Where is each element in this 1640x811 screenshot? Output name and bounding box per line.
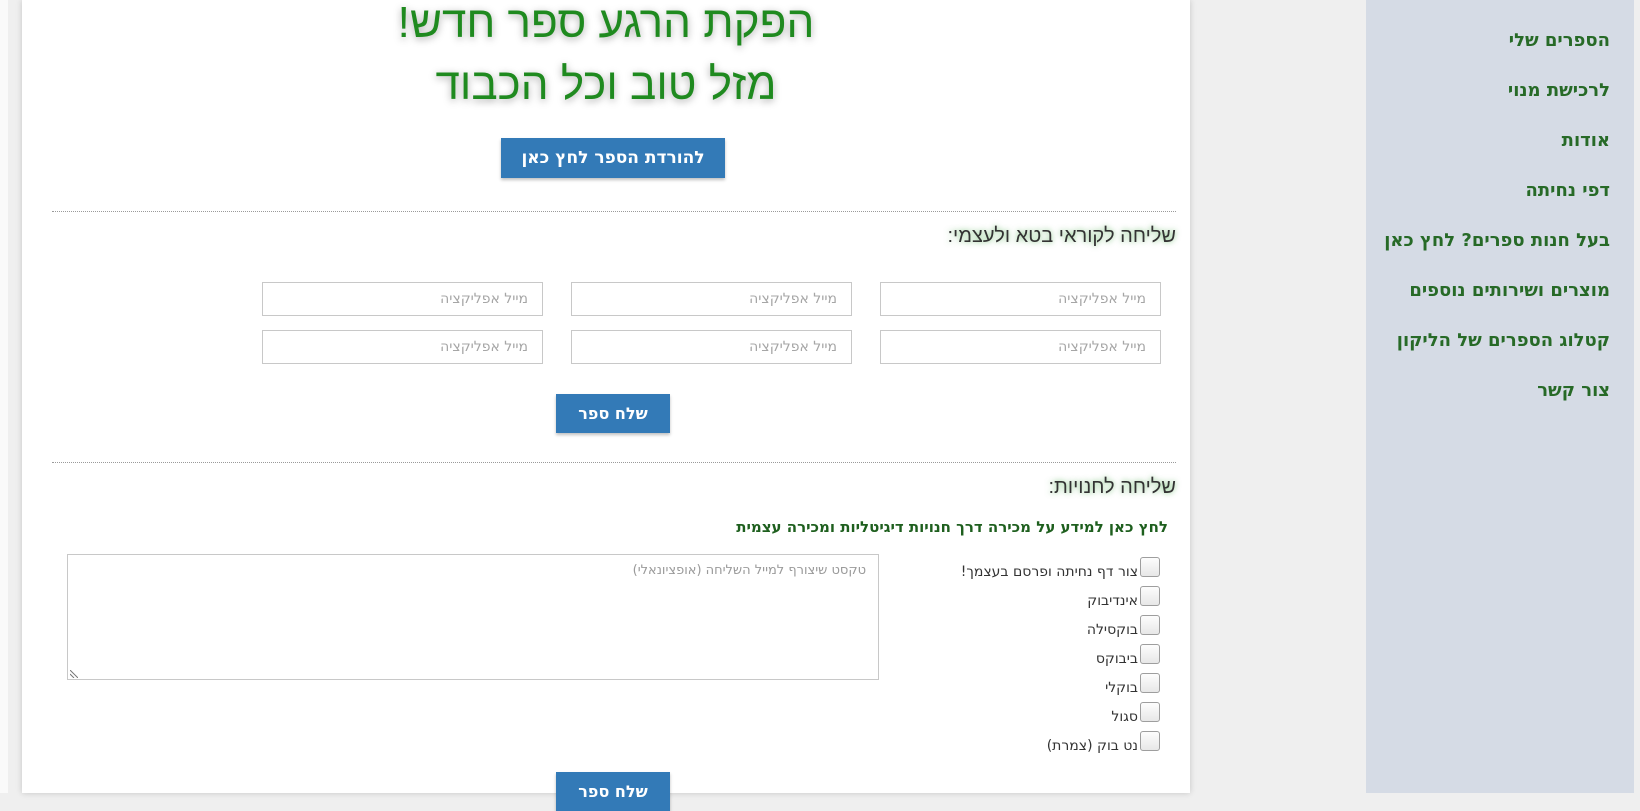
beta-email-input-2[interactable] [571,282,852,316]
store-option-landing-page[interactable]: צור דף נחיתה ופרסם בעצמך! [960,557,1160,580]
store-option-checkbox[interactable] [1140,557,1160,577]
store-option-label: סגול [1111,709,1138,725]
store-option-checkbox[interactable] [1140,673,1160,693]
sidebar-item-my-books[interactable]: הספרים שלי [1509,30,1610,51]
beta-section-heading: שליחה לקוראי בטא ולעצמי: [947,225,1176,247]
store-option-label: ביבוקס [1095,651,1138,667]
beta-email-input-3[interactable] [262,282,543,316]
resize-grip-icon[interactable] [70,670,78,678]
hero-title: הפקת הרגע ספר חדש! [397,0,815,47]
store-option-label: בוקסילה [1086,622,1138,638]
page-left-edge [0,0,8,793]
store-email-note-textarea[interactable] [67,554,879,680]
sidebar-item-contact[interactable]: צור קשר [1537,380,1610,401]
beta-email-input-5[interactable] [571,330,852,364]
sidebar-item-bookstore-owner[interactable]: בעל חנות ספרים? לחץ כאן [1384,230,1610,251]
store-option-ebooks[interactable]: ביבוקס [1095,644,1160,667]
section-divider [52,211,1176,212]
store-option-label: אינדיבוק [1087,593,1138,609]
beta-send-book-button[interactable]: שלח ספר [556,394,670,433]
store-option-checkbox[interactable] [1140,586,1160,606]
store-option-checkbox[interactable] [1140,702,1160,722]
beta-email-input-6[interactable] [262,330,543,364]
store-option-indiebook[interactable]: אינדיבוק [1087,586,1160,609]
beta-email-input-4[interactable] [880,330,1161,364]
section-divider [52,462,1176,463]
hero-subtitle: מזל טוב וכל הכבוד [435,60,777,109]
stores-section-heading: שליחה לחנויות: [1048,476,1177,498]
store-option-bookli[interactable]: בוקלי [1105,673,1160,696]
store-option-checkbox[interactable] [1140,644,1160,664]
sidebar-item-more-services[interactable]: מוצרים ושירותים נוספים [1409,280,1610,301]
download-book-button[interactable]: להורדת הספר לחץ כאן [501,138,725,178]
store-option-sagol[interactable]: סגול [1111,702,1160,725]
sidebar-item-about[interactable]: אודות [1562,130,1610,151]
stores-send-book-button[interactable]: שלח ספר [556,772,670,811]
sidebar-item-landing-pages[interactable]: דפי נחיתה [1526,180,1610,201]
store-option-checkbox[interactable] [1140,615,1160,635]
store-option-label: צור דף נחיתה ופרסם בעצמך! [960,564,1138,580]
store-option-label: בוקלי [1105,680,1138,696]
stores-info-link[interactable]: לחץ כאן למידע על מכירה דרך חנויות דיגיטל… [736,518,1168,536]
beta-email-input-1[interactable] [880,282,1161,316]
sidebar-item-catalog[interactable]: קטלוג הספרים של הליקון [1397,330,1610,351]
store-option-label: נט בוק (צמרת) [1046,738,1138,754]
store-option-netbook[interactable]: נט בוק (צמרת) [1046,731,1160,754]
sidebar-item-subscription[interactable]: לרכישת מנוי [1508,80,1610,101]
store-option-booksila[interactable]: בוקסילה [1086,615,1160,638]
store-option-checkbox[interactable] [1140,731,1160,751]
